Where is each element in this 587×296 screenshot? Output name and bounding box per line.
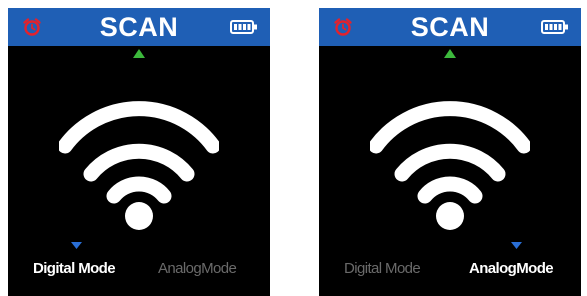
wifi-signal-icon xyxy=(59,101,219,230)
mode-selector: Digital Mode AnalogMode xyxy=(319,256,581,282)
mode-selector: Digital Mode AnalogMode xyxy=(8,256,270,282)
digital-mode-option[interactable]: Digital Mode xyxy=(344,260,421,277)
wifi-signal-icon xyxy=(370,101,530,230)
device-screen-digital: SCAN Digital Mode AnalogMode xyxy=(8,8,270,296)
down-arrow-icon xyxy=(511,242,522,249)
digital-mode-option[interactable]: Digital Mode xyxy=(33,260,116,277)
analog-mode-option[interactable]: AnalogMode xyxy=(158,260,237,277)
up-arrow-icon[interactable] xyxy=(133,49,145,58)
battery-icon xyxy=(541,20,568,34)
battery-icon xyxy=(230,20,257,34)
analog-mode-option[interactable]: AnalogMode xyxy=(469,260,554,277)
device-screen-analog: SCAN Digital Mode AnalogMode xyxy=(319,8,581,296)
down-arrow-icon xyxy=(71,242,82,249)
status-bar: SCAN xyxy=(8,8,270,46)
status-bar: SCAN xyxy=(319,8,581,46)
up-arrow-icon[interactable] xyxy=(444,49,456,58)
